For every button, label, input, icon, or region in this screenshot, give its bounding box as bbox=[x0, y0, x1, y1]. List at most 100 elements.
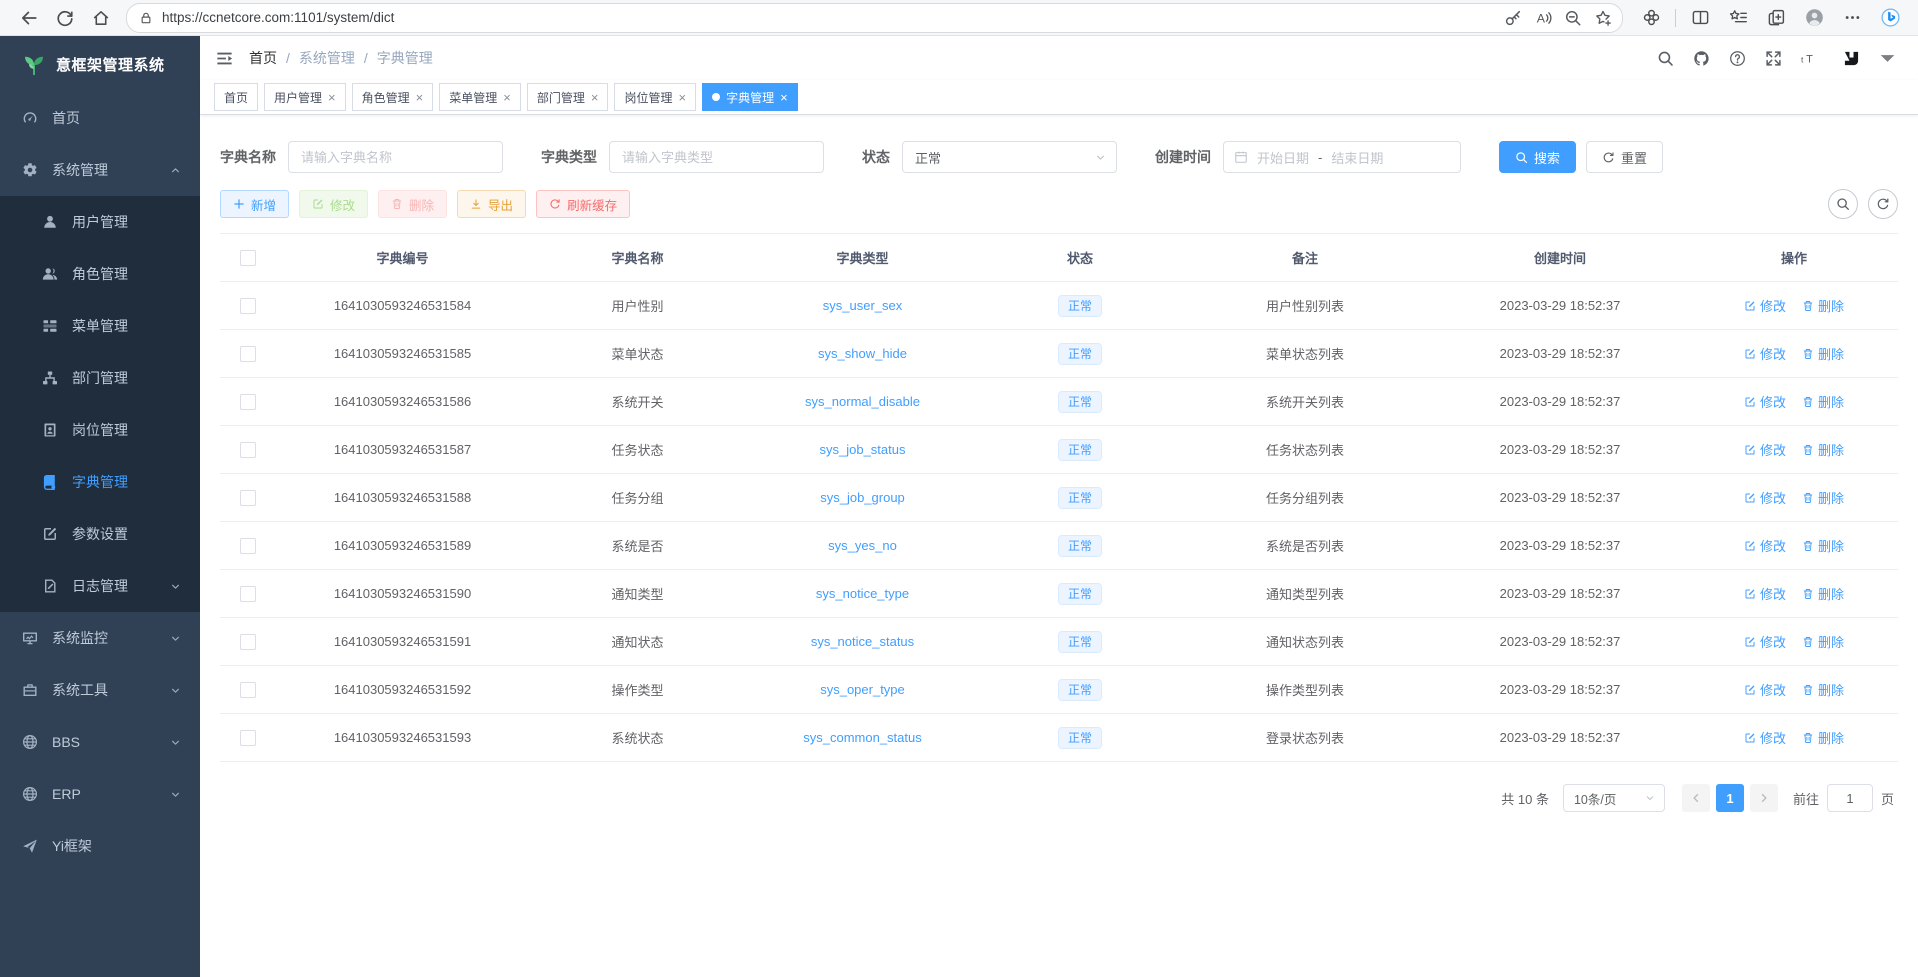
row-delete-button[interactable]: 删除 bbox=[1802, 584, 1844, 603]
sidebar-item-dept[interactable]: 部门管理 bbox=[0, 352, 200, 404]
github-icon[interactable] bbox=[1693, 50, 1710, 67]
sidebar-item-erp[interactable]: ERP bbox=[0, 768, 200, 820]
row-delete-button[interactable]: 删除 bbox=[1802, 680, 1844, 699]
address-bar[interactable]: https://ccnetcore.com:1101/system/dict A bbox=[126, 3, 1623, 33]
sidebar-item-yi[interactable]: Yi框架 bbox=[0, 820, 200, 872]
row-checkbox[interactable] bbox=[240, 634, 256, 650]
tab-字典管理[interactable]: 字典管理× bbox=[702, 83, 798, 111]
close-tab-icon[interactable]: × bbox=[416, 91, 424, 104]
refresh-button[interactable] bbox=[50, 3, 80, 33]
edit-button[interactable]: 修改 bbox=[299, 190, 368, 218]
row-checkbox[interactable] bbox=[240, 394, 256, 410]
dict-type-link[interactable]: sys_user_sex bbox=[823, 298, 902, 313]
row-edit-button[interactable]: 修改 bbox=[1744, 584, 1786, 603]
back-button[interactable] bbox=[14, 3, 44, 33]
search-icon[interactable] bbox=[1657, 50, 1674, 67]
row-delete-button[interactable]: 删除 bbox=[1802, 440, 1844, 459]
row-edit-button[interactable]: 修改 bbox=[1744, 632, 1786, 651]
fullscreen-icon[interactable] bbox=[1765, 50, 1782, 67]
sidebar-item-bbs[interactable]: BBS bbox=[0, 716, 200, 768]
dict-type-link[interactable]: sys_normal_disable bbox=[805, 394, 920, 409]
row-checkbox[interactable] bbox=[240, 442, 256, 458]
font-size-icon[interactable]: tT bbox=[1801, 50, 1818, 67]
tab-岗位管理[interactable]: 岗位管理× bbox=[614, 83, 696, 111]
dict-type-link[interactable]: sys_oper_type bbox=[820, 682, 905, 697]
dict-type-link[interactable]: sys_yes_no bbox=[828, 538, 897, 553]
export-button[interactable]: 导出 bbox=[457, 190, 526, 218]
search-button[interactable]: 搜索 bbox=[1499, 141, 1576, 173]
close-tab-icon[interactable]: × bbox=[780, 91, 788, 104]
sidebar-toggle-icon[interactable] bbox=[215, 49, 234, 68]
sidebar-item-system[interactable]: 系统管理 bbox=[0, 144, 200, 196]
profile-button[interactable] bbox=[1800, 4, 1828, 32]
more-button[interactable] bbox=[1838, 4, 1866, 32]
row-delete-button[interactable]: 删除 bbox=[1802, 632, 1844, 651]
collections-button[interactable] bbox=[1762, 4, 1790, 32]
tab-部门管理[interactable]: 部门管理× bbox=[527, 83, 609, 111]
sidebar-item-home[interactable]: 首页 bbox=[0, 92, 200, 144]
dict-type-input[interactable] bbox=[609, 141, 824, 173]
row-delete-button[interactable]: 删除 bbox=[1802, 488, 1844, 507]
dict-type-link[interactable]: sys_job_status bbox=[820, 442, 906, 457]
tab-菜单管理[interactable]: 菜单管理× bbox=[439, 83, 521, 111]
sidebar-item-user[interactable]: 用户管理 bbox=[0, 196, 200, 248]
row-checkbox[interactable] bbox=[240, 490, 256, 506]
row-edit-button[interactable]: 修改 bbox=[1744, 680, 1786, 699]
extensions-button[interactable] bbox=[1637, 4, 1665, 32]
user-menu-caret-icon[interactable] bbox=[1879, 50, 1896, 67]
breadcrumb-item[interactable]: 系统管理 bbox=[299, 48, 355, 68]
user-logo-icon[interactable] bbox=[1843, 50, 1860, 67]
home-button[interactable] bbox=[86, 3, 116, 33]
url-text[interactable]: https://ccnetcore.com:1101/system/dict bbox=[162, 10, 1491, 25]
row-checkbox[interactable] bbox=[240, 586, 256, 602]
row-checkbox[interactable] bbox=[240, 346, 256, 362]
bing-button[interactable] bbox=[1876, 4, 1904, 32]
row-edit-button[interactable]: 修改 bbox=[1744, 440, 1786, 459]
page-size-select[interactable]: 10条/页 bbox=[1563, 784, 1665, 812]
breadcrumb-item[interactable]: 首页 bbox=[249, 48, 277, 68]
sidebar-item-tools[interactable]: 系统工具 bbox=[0, 664, 200, 716]
sidebar-item-log[interactable]: 日志管理 bbox=[0, 560, 200, 612]
row-delete-button[interactable]: 删除 bbox=[1802, 392, 1844, 411]
sidebar-item-role[interactable]: 角色管理 bbox=[0, 248, 200, 300]
dict-type-link[interactable]: sys_notice_status bbox=[811, 634, 914, 649]
row-edit-button[interactable]: 修改 bbox=[1744, 344, 1786, 363]
dict-type-link[interactable]: sys_common_status bbox=[803, 730, 922, 745]
row-edit-button[interactable]: 修改 bbox=[1744, 728, 1786, 747]
dict-name-input[interactable] bbox=[288, 141, 503, 173]
zoom-out-button[interactable] bbox=[1560, 5, 1586, 31]
dict-type-link[interactable]: sys_show_hide bbox=[818, 346, 907, 361]
row-delete-button[interactable]: 删除 bbox=[1802, 296, 1844, 315]
sidebar-item-config[interactable]: 参数设置 bbox=[0, 508, 200, 560]
row-edit-button[interactable]: 修改 bbox=[1744, 536, 1786, 555]
select-all-checkbox[interactable] bbox=[240, 250, 256, 266]
close-tab-icon[interactable]: × bbox=[678, 91, 686, 104]
add-button[interactable]: 新增 bbox=[220, 190, 289, 218]
prev-page-button[interactable] bbox=[1682, 784, 1710, 812]
dict-type-link[interactable]: sys_job_group bbox=[820, 490, 905, 505]
dict-type-link[interactable]: sys_notice_type bbox=[816, 586, 909, 601]
row-checkbox[interactable] bbox=[240, 682, 256, 698]
close-tab-icon[interactable]: × bbox=[328, 91, 336, 104]
tab-首页[interactable]: 首页 bbox=[214, 83, 258, 111]
row-delete-button[interactable]: 删除 bbox=[1802, 728, 1844, 747]
row-delete-button[interactable]: 删除 bbox=[1802, 344, 1844, 363]
row-checkbox[interactable] bbox=[240, 730, 256, 746]
sidebar-item-dict[interactable]: 字典管理 bbox=[0, 456, 200, 508]
reset-button[interactable]: 重置 bbox=[1586, 141, 1663, 173]
row-delete-button[interactable]: 删除 bbox=[1802, 536, 1844, 555]
sidebar-item-monitor[interactable]: 系统监控 bbox=[0, 612, 200, 664]
help-icon[interactable] bbox=[1729, 50, 1746, 67]
delete-button[interactable]: 删除 bbox=[378, 190, 447, 218]
toggle-search-button[interactable] bbox=[1828, 189, 1858, 219]
sidebar-item-post[interactable]: 岗位管理 bbox=[0, 404, 200, 456]
current-page-button[interactable]: 1 bbox=[1716, 784, 1744, 812]
sidebar-item-menu[interactable]: 菜单管理 bbox=[0, 300, 200, 352]
split-screen-button[interactable] bbox=[1686, 4, 1714, 32]
row-checkbox[interactable] bbox=[240, 538, 256, 554]
row-edit-button[interactable]: 修改 bbox=[1744, 488, 1786, 507]
tab-用户管理[interactable]: 用户管理× bbox=[264, 83, 346, 111]
row-edit-button[interactable]: 修改 bbox=[1744, 296, 1786, 315]
row-checkbox[interactable] bbox=[240, 298, 256, 314]
breadcrumb-item[interactable]: 字典管理 bbox=[377, 48, 433, 68]
